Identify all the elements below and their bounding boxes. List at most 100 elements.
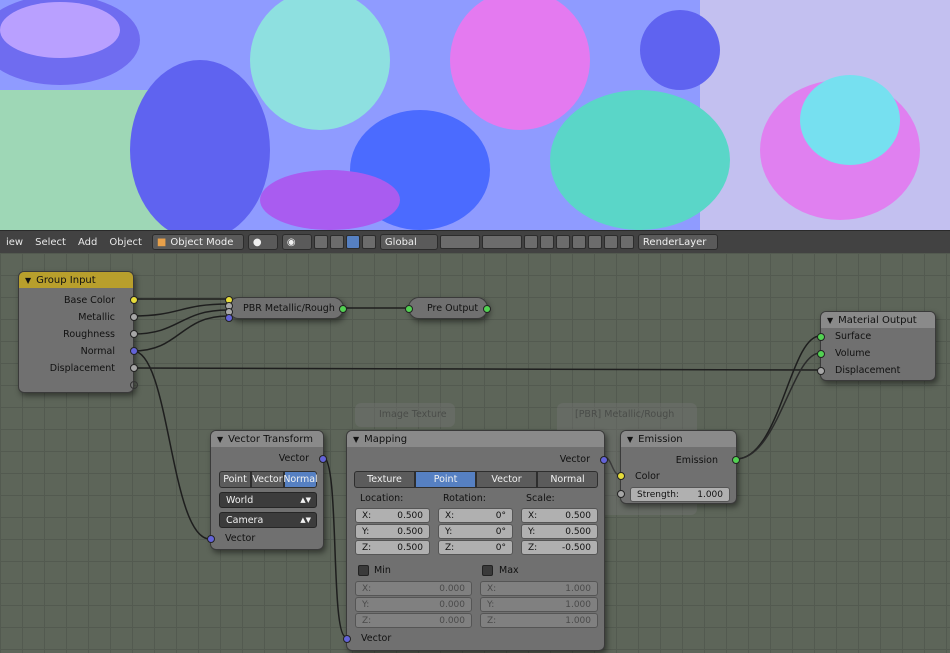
vt-from-select[interactable]: World ▲▼	[219, 492, 317, 508]
socket-surface[interactable]	[817, 333, 825, 341]
pivot-dropdown[interactable]: ◉	[281, 234, 312, 250]
rotation-z-field[interactable]: Z: 0°	[438, 540, 513, 555]
shading-dropdown[interactable]: ●	[247, 234, 278, 250]
mapping-header[interactable]: ▼ Mapping	[347, 431, 604, 447]
collapse-icon[interactable]: ▼	[627, 435, 633, 444]
vt-to-label: Camera	[226, 514, 264, 526]
rotation-x-field[interactable]: X: 0°	[438, 508, 513, 523]
collapse-icon[interactable]: ▼	[25, 276, 31, 285]
menu-object[interactable]: Object	[103, 237, 148, 248]
material-output-header[interactable]: ▼ Material Output	[821, 312, 935, 328]
vt-type-normal[interactable]: Normal	[283, 471, 318, 488]
node-editor[interactable]: Image Texture [PBR] Metallic/Rough ▼ Gro…	[0, 253, 950, 653]
collapse-icon[interactable]: ▼	[217, 435, 223, 444]
min-checkbox[interactable]	[358, 565, 369, 576]
socket-normal[interactable]	[130, 347, 138, 355]
emission-color-socket[interactable]	[617, 472, 625, 480]
max-x-field[interactable]: X: 1.000	[480, 581, 598, 596]
collapse-icon[interactable]: ▼	[353, 435, 359, 444]
max-z-value: 1.000	[565, 615, 591, 626]
pause-icon[interactable]	[619, 235, 634, 249]
min-y-field[interactable]: Y: 0.000	[355, 597, 472, 612]
snap-icon[interactable]	[555, 235, 570, 249]
scale-x-axis: X:	[528, 510, 538, 521]
socket-roughness[interactable]	[130, 330, 138, 338]
max-z-field[interactable]: Z: 1.000	[480, 613, 598, 628]
socket-displacement[interactable]	[130, 364, 138, 372]
pbr-group-node[interactable]: PBR Metallic/Rough	[225, 296, 347, 322]
group-input-node[interactable]: ▼ Group Input Base Color Metallic Roughn…	[18, 271, 138, 393]
pre-output-node[interactable]: Pre Output	[405, 297, 491, 319]
rotate-icon[interactable]	[345, 235, 360, 249]
emission-output-socket[interactable]	[732, 456, 740, 464]
collapse-icon[interactable]: ▼	[827, 316, 833, 325]
3d-viewport[interactable]	[0, 0, 950, 230]
mapping-type-texture[interactable]: Texture	[354, 471, 415, 488]
menu-view[interactable]: iew	[0, 237, 29, 248]
location-x-field[interactable]: X: 0.500	[355, 508, 430, 523]
menu-select[interactable]: Select	[29, 237, 72, 248]
mode-dropdown[interactable]: ■ Object Mode	[151, 234, 244, 250]
layers-grid-icon-2[interactable]	[481, 235, 522, 249]
proportional-icon[interactable]	[539, 235, 554, 249]
mapping-input-socket[interactable]	[343, 635, 351, 643]
manipulator-icon[interactable]	[313, 235, 328, 249]
cube-icon: ■	[156, 236, 167, 248]
vector-transform-node[interactable]: ▼ Vector Transform Vector Point Vector N…	[207, 430, 327, 550]
socket-base-color[interactable]	[130, 296, 138, 304]
pbr-output-shader[interactable]	[339, 305, 347, 313]
animation-icon[interactable]	[603, 235, 618, 249]
socket-metallic[interactable]	[130, 313, 138, 321]
render-layer-selector[interactable]: RenderLayer	[637, 234, 718, 250]
emission-strength-socket[interactable]	[617, 490, 625, 498]
socket-volume[interactable]	[817, 350, 825, 358]
rotation-z-value: 0°	[495, 542, 506, 553]
pivot-icon: ◉	[286, 236, 296, 248]
vt-type-point[interactable]: Point	[219, 471, 251, 488]
vector-transform-header[interactable]: ▼ Vector Transform	[211, 431, 323, 447]
updown-icon: ▲▼	[300, 516, 311, 524]
scale-y-field[interactable]: Y: 0.500	[521, 524, 598, 539]
lock-camera-icon[interactable]	[523, 235, 538, 249]
pre-output-output[interactable]	[483, 305, 491, 313]
socket-displacement-in[interactable]	[817, 367, 825, 375]
ghost-image-texture-node: Image Texture	[355, 403, 455, 427]
pbr-input-normal[interactable]	[225, 314, 233, 322]
min-x-field[interactable]: X: 0.000	[355, 581, 472, 596]
vt-input-socket[interactable]	[207, 535, 215, 543]
orientation-dropdown[interactable]: Global	[379, 234, 438, 250]
mapping-type-point[interactable]: Point	[415, 471, 476, 488]
translate-icon[interactable]	[329, 235, 344, 249]
vt-output-socket[interactable]	[319, 455, 327, 463]
rotation-y-field[interactable]: Y: 0°	[438, 524, 513, 539]
pre-output-input[interactable]	[405, 305, 413, 313]
vt-type-vector[interactable]: Vector	[251, 471, 284, 488]
min-z-field[interactable]: Z: 0.000	[355, 613, 472, 628]
mapping-node[interactable]: ▼ Mapping Vector Texture Point Vector No…	[343, 430, 608, 651]
material-output-node[interactable]: ▼ Material Output Surface Volume Displac…	[817, 311, 936, 381]
output-base-color-label: Base Color	[64, 295, 115, 306]
location-y-field[interactable]: Y: 0.500	[355, 524, 430, 539]
scale-z-field[interactable]: Z: -0.500	[521, 540, 598, 555]
emission-output-label: Emission	[675, 455, 718, 466]
scale-x-field[interactable]: X: 0.500	[521, 508, 598, 523]
mapping-output-socket[interactable]	[600, 456, 608, 464]
snap-target-icon[interactable]	[571, 235, 586, 249]
emission-node[interactable]: ▼ Emission Emission Color Strength: 1.00…	[617, 430, 740, 504]
scale-icon[interactable]	[361, 235, 376, 249]
emission-strength-field[interactable]: Strength: 1.000	[630, 487, 730, 502]
mapping-type-normal[interactable]: Normal	[537, 471, 598, 488]
max-checkbox[interactable]	[482, 565, 493, 576]
render-layer-label: RenderLayer	[642, 236, 707, 248]
max-y-field[interactable]: Y: 1.000	[480, 597, 598, 612]
menu-add[interactable]: Add	[72, 237, 103, 248]
render-icon[interactable]	[587, 235, 602, 249]
emission-header[interactable]: ▼ Emission	[621, 431, 736, 447]
mapping-type-vector[interactable]: Vector	[476, 471, 537, 488]
layers-grid-icon[interactable]	[439, 235, 480, 249]
group-input-header[interactable]: ▼ Group Input	[19, 272, 133, 288]
location-z-field[interactable]: Z: 0.500	[355, 540, 430, 555]
vt-from-label: World	[226, 494, 254, 506]
vt-to-select[interactable]: Camera ▲▼	[219, 512, 317, 528]
socket-empty[interactable]	[130, 381, 138, 389]
